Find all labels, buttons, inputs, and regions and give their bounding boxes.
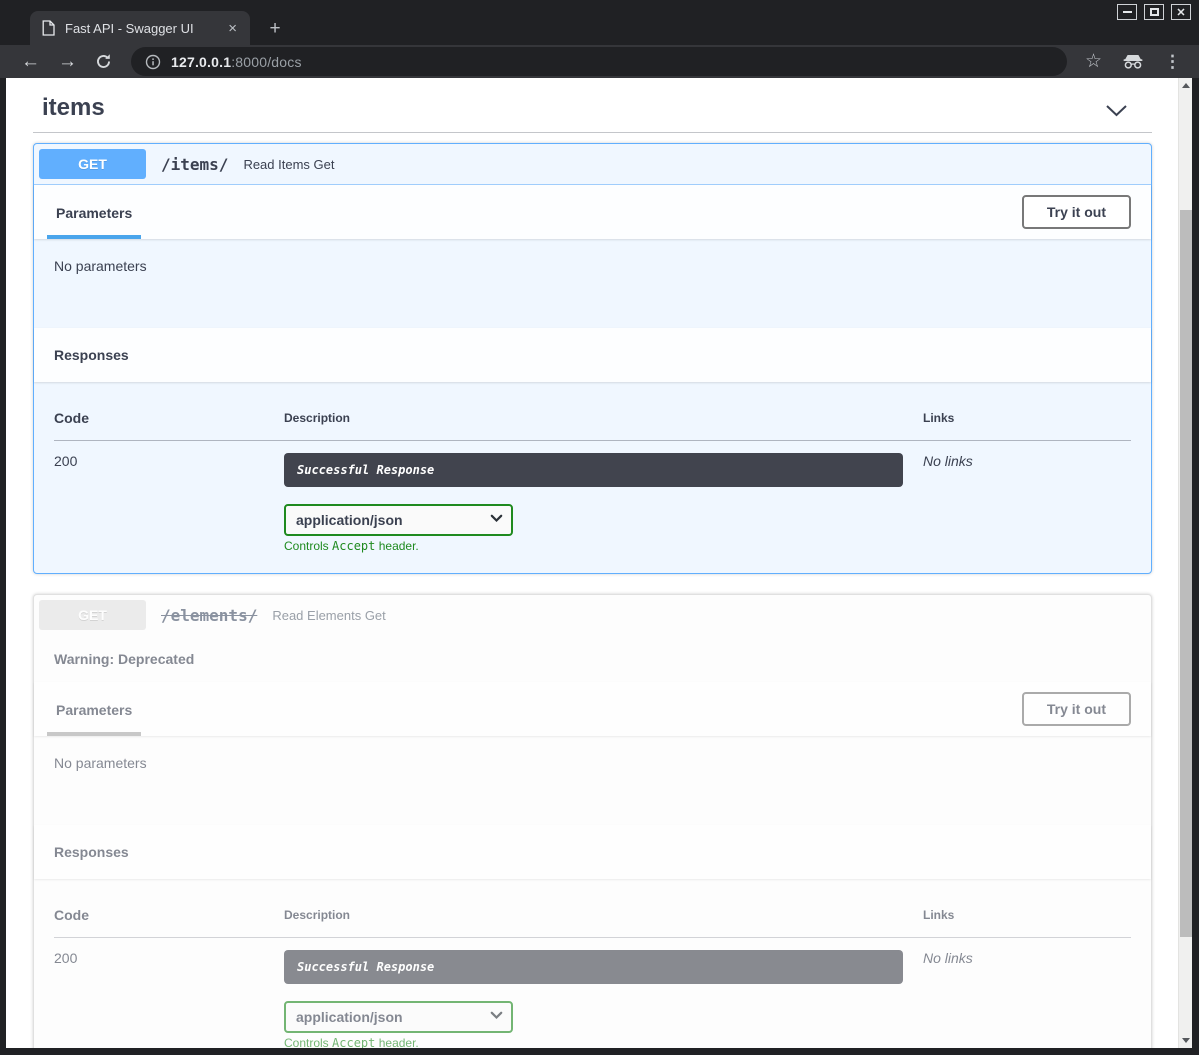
responses-table: Code Description Links 200 Successful Re… (54, 907, 1131, 1048)
responses-table-wrap: Code Description Links 200 Successful Re… (34, 382, 1151, 573)
tab-parameters[interactable]: Parameters (54, 682, 134, 736)
no-parameters-text: No parameters (34, 736, 1151, 825)
opblock-summary[interactable]: GET /elements/ Read Elements Get (34, 595, 1151, 635)
col-header-description: Description (284, 410, 923, 441)
endpoint-summary: Read Items Get (243, 157, 334, 172)
browser-window: ✕ Fast API - Swagger UI × + ← → 127.0.0.… (0, 0, 1199, 1055)
url-text: 127.0.0.1:8000/docs (171, 54, 302, 70)
try-it-out-button[interactable]: Try it out (1022, 692, 1131, 726)
responses-title: Responses (54, 844, 129, 860)
opblock-get-elements-deprecated: GET /elements/ Read Elements Get Warning… (33, 594, 1152, 1048)
col-header-links: Links (923, 907, 1131, 938)
response-code: 200 (54, 453, 77, 469)
endpoint-path[interactable]: /items/ (161, 155, 228, 174)
new-tab-button[interactable]: + (264, 19, 286, 38)
minimize-icon (1123, 11, 1132, 13)
incognito-icon (1122, 54, 1144, 69)
parameters-header: Parameters Try it out (34, 185, 1151, 239)
url-path: :8000/docs (231, 54, 302, 70)
accept-header-note: Controls Accept header. (284, 1036, 903, 1048)
close-window-button[interactable]: ✕ (1171, 4, 1191, 20)
accept-header-note: Controls Accept header. (284, 539, 903, 553)
col-header-code: Code (54, 907, 284, 938)
response-row: 200 Successful Response application/json (54, 938, 1131, 1049)
responses-table-wrap: Code Description Links 200 Successful Re… (34, 879, 1151, 1048)
collapse-chevron-icon[interactable] (1105, 100, 1146, 117)
method-badge: GET (39, 600, 146, 630)
parameters-header: Parameters Try it out (34, 682, 1151, 736)
response-row: 200 Successful Response application/json (54, 441, 1131, 554)
responses-title: Responses (54, 347, 129, 363)
scroll-up-icon[interactable] (1182, 83, 1190, 88)
browser-menu-icon[interactable]: ⋮ (1164, 52, 1181, 72)
opblock-summary[interactable]: GET /items/ Read Items Get (34, 144, 1151, 185)
response-description: Successful Response (284, 453, 903, 487)
no-links-text: No links (923, 453, 973, 469)
response-code: 200 (54, 950, 77, 966)
col-header-links: Links (923, 410, 1131, 441)
media-type-select[interactable]: application/json (284, 1001, 513, 1033)
maximize-icon (1150, 8, 1159, 16)
media-type-select-wrap: application/json (284, 1001, 513, 1033)
endpoint-path[interactable]: /elements/ (161, 606, 257, 625)
tag-title: items (42, 94, 105, 122)
back-icon[interactable]: ← (21, 52, 40, 71)
reload-icon[interactable] (95, 53, 112, 70)
page-favicon-icon (42, 20, 55, 36)
opblock-body: Warning: Deprecated Parameters Try it ou… (34, 635, 1151, 1048)
tab-close-icon[interactable]: × (225, 21, 240, 36)
try-it-out-button[interactable]: Try it out (1022, 195, 1131, 229)
url-host: 127.0.0.1 (171, 54, 231, 70)
endpoint-summary: Read Elements Get (272, 608, 385, 623)
col-header-description: Description (284, 907, 923, 938)
scrollbar-thumb[interactable] (1180, 210, 1192, 937)
opblock-body: Parameters Try it out No parameters Resp… (34, 185, 1151, 573)
browser-tab[interactable]: Fast API - Swagger UI × (30, 11, 250, 45)
browser-toolbar: ← → 127.0.0.1:8000/docs ☆ ⋮ (0, 45, 1199, 78)
site-info-icon[interactable] (145, 54, 161, 70)
vertical-scrollbar[interactable] (1178, 78, 1192, 1048)
media-type-select[interactable]: application/json (284, 504, 513, 536)
titlebar: ✕ Fast API - Swagger UI × + (0, 0, 1199, 45)
responses-header: Responses (34, 328, 1151, 382)
bookmark-star-icon[interactable]: ☆ (1085, 50, 1102, 73)
tag-section-header[interactable]: items (33, 92, 1152, 133)
tab-title: Fast API - Swagger UI (65, 21, 225, 36)
no-links-text: No links (923, 950, 973, 966)
window-controls: ✕ (1117, 4, 1191, 20)
media-type-select-wrap: application/json (284, 504, 513, 536)
scroll-down-icon[interactable] (1182, 1038, 1190, 1043)
col-header-code: Code (54, 410, 284, 441)
response-description: Successful Response (284, 950, 903, 984)
minimize-button[interactable] (1117, 4, 1137, 20)
deprecated-warning: Warning: Deprecated (34, 635, 1151, 682)
page-viewport: items GET /items/ Read Items Get Paramet… (6, 78, 1192, 1048)
address-bar[interactable]: 127.0.0.1:8000/docs (131, 47, 1067, 76)
opblock-get-items: GET /items/ Read Items Get Parameters Tr… (33, 143, 1152, 574)
tab-parameters[interactable]: Parameters (54, 185, 134, 239)
maximize-button[interactable] (1144, 4, 1164, 20)
forward-icon[interactable]: → (58, 52, 77, 71)
method-badge: GET (39, 149, 146, 179)
no-parameters-text: No parameters (34, 239, 1151, 328)
responses-table: Code Description Links 200 Successful Re… (54, 410, 1131, 553)
swagger-content: items GET /items/ Read Items Get Paramet… (6, 78, 1178, 1048)
responses-header: Responses (34, 825, 1151, 879)
